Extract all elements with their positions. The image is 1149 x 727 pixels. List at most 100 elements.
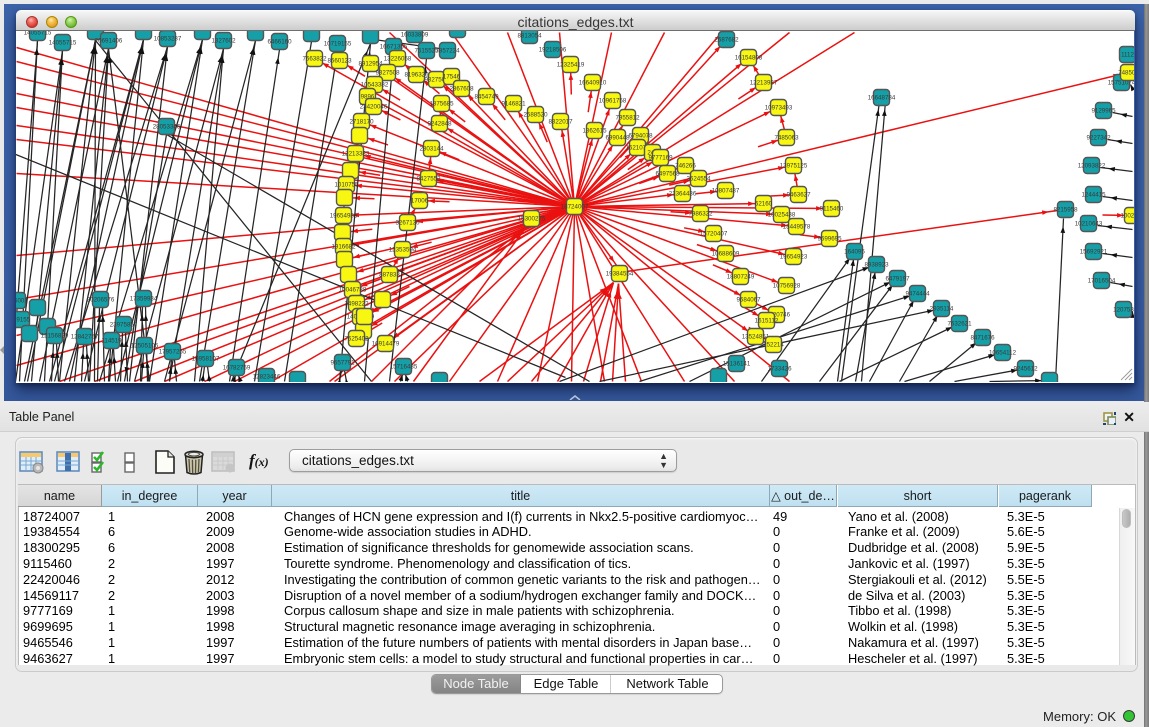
svg-text:1615112: 1615112	[755, 318, 779, 325]
svg-text:887833: 887833	[379, 272, 400, 279]
svg-text:252214: 252214	[763, 342, 784, 349]
svg-text:10688609: 10688609	[712, 251, 740, 258]
svg-text:9684067: 9684067	[736, 297, 761, 304]
svg-text:120753: 120753	[1113, 307, 1134, 314]
svg-text:62160: 62160	[755, 201, 773, 208]
svg-text:1002543: 1002543	[1120, 213, 1134, 220]
svg-text:19384554: 19384554	[606, 271, 634, 278]
svg-text:15716485: 15716485	[390, 364, 418, 371]
svg-text:10210643: 10210643	[1075, 221, 1103, 228]
svg-text:9242848: 9242848	[427, 121, 452, 128]
svg-text:1244415: 1244415	[1081, 192, 1106, 199]
svg-text:8471676: 8471676	[970, 335, 995, 342]
svg-text:10958107: 10958107	[192, 356, 220, 363]
svg-text:14055715: 14055715	[24, 31, 52, 37]
svg-text:18807249: 18807249	[727, 274, 755, 281]
svg-text:12823446: 12823446	[253, 374, 281, 381]
svg-text:10543382: 10543382	[361, 82, 389, 89]
svg-text:2718170: 2718170	[349, 119, 374, 126]
svg-text:15136141: 15136141	[723, 361, 751, 368]
svg-text:23420046: 23420046	[360, 104, 388, 111]
svg-text:19218506: 19218506	[539, 47, 567, 54]
svg-text:9146821: 9146821	[501, 101, 526, 108]
svg-text:10046788: 10046788	[339, 287, 367, 294]
svg-text:8660123: 8660123	[327, 58, 352, 65]
svg-text:10973493: 10973493	[765, 105, 793, 112]
svg-text:16640910: 16640910	[579, 80, 607, 87]
svg-text:9474444: 9474444	[905, 291, 930, 298]
svg-text:164095: 164095	[844, 249, 865, 256]
svg-text:16154808: 16154808	[735, 55, 763, 62]
svg-text:18724007: 18724007	[561, 204, 589, 211]
svg-text:12325419: 12325419	[557, 62, 585, 69]
svg-text:1916682: 1916682	[331, 244, 356, 251]
svg-text:17016504: 17016504	[1088, 278, 1116, 285]
svg-text:6794078: 6794078	[628, 133, 653, 140]
svg-text:21364436: 21364436	[669, 191, 697, 198]
svg-text:746266: 746266	[675, 163, 696, 170]
svg-text:16648784: 16648784	[868, 95, 896, 102]
svg-text:39155: 39155	[16, 317, 31, 324]
svg-text:14055715: 14055715	[49, 40, 77, 47]
svg-text:9129965: 9129965	[1091, 108, 1116, 115]
svg-text:13226058: 13226058	[384, 56, 412, 63]
svg-text:7663822: 7663822	[302, 56, 327, 63]
svg-text:9245612: 9245612	[1013, 366, 1038, 373]
svg-text:16914479: 16914479	[372, 341, 400, 348]
svg-text:1112: 1112	[1121, 52, 1134, 59]
svg-text:10719155: 10719155	[324, 41, 352, 48]
svg-text:3498222: 3498222	[344, 301, 369, 308]
svg-text:12842757: 12842757	[71, 334, 99, 341]
svg-text:28053346: 28053346	[153, 124, 181, 131]
svg-text:13449578: 13449578	[783, 224, 811, 231]
svg-text:9699695: 9699695	[817, 236, 842, 243]
svg-text:1362615: 1362615	[582, 128, 607, 135]
svg-text:17006: 17006	[411, 198, 429, 205]
svg-text:16671355: 16671355	[380, 44, 408, 51]
svg-text:2803144: 2803144	[419, 146, 444, 153]
svg-text:12156829: 12156829	[41, 333, 69, 340]
svg-text:16782759: 16782759	[223, 365, 251, 372]
svg-text:8813054: 8813054	[517, 33, 542, 40]
svg-text:2687682: 2687682	[714, 37, 739, 44]
svg-text:1875685: 1875685	[429, 101, 454, 108]
svg-text:2588520: 2588520	[523, 112, 548, 119]
svg-text:2867608: 2867608	[449, 86, 474, 93]
svg-text:114519: 114519	[101, 338, 122, 345]
svg-text:7857224: 7857224	[435, 48, 460, 55]
svg-text:12093822: 12093822	[1078, 163, 1106, 170]
svg-text:10025438: 10025438	[768, 212, 796, 219]
svg-text:10807487: 10807487	[712, 188, 740, 195]
svg-text:23975857: 23975857	[110, 322, 138, 329]
svg-text:20691406: 20691406	[95, 38, 123, 45]
svg-text:19654983: 19654983	[330, 213, 358, 220]
svg-text:12505105: 12505105	[131, 343, 159, 350]
svg-text:2935114: 2935114	[930, 306, 954, 313]
svg-text:12213383: 12213383	[342, 151, 370, 158]
svg-text:6497568: 6497568	[655, 171, 680, 178]
svg-text:9115460: 9115460	[820, 206, 844, 213]
svg-text:9327508: 9327508	[375, 70, 400, 77]
svg-text:7625402: 7625402	[344, 336, 369, 343]
svg-text:12213987: 12213987	[750, 80, 778, 87]
svg-text:16033809: 16033809	[401, 32, 429, 39]
svg-text:13975125: 13975125	[780, 163, 808, 170]
svg-text:8215958: 8215958	[1053, 207, 1078, 214]
svg-text:10654112: 10654112	[989, 350, 1017, 357]
svg-text:885001: 885001	[16, 298, 28, 305]
svg-text:17546: 17546	[443, 74, 461, 81]
svg-text:1327602: 1327602	[211, 38, 236, 45]
svg-text:12353594: 12353594	[389, 247, 417, 254]
svg-text:15692921: 15692921	[1080, 249, 1108, 256]
svg-text:15720407: 15720407	[700, 231, 728, 238]
svg-text:9657791: 9657791	[330, 360, 355, 367]
svg-text:1010755: 1010755	[334, 182, 359, 189]
svg-text:9777169: 9777169	[648, 155, 673, 162]
svg-text:6990448: 6990448	[605, 135, 630, 142]
svg-text:10756928: 10756928	[773, 283, 801, 290]
svg-text:17359934: 17359934	[130, 296, 158, 303]
svg-text:9227342: 9227342	[1086, 135, 1111, 142]
svg-text:7632621: 7632621	[947, 321, 972, 328]
svg-text:15300275: 15300275	[518, 216, 546, 223]
svg-text:6479197: 6479197	[885, 276, 910, 283]
